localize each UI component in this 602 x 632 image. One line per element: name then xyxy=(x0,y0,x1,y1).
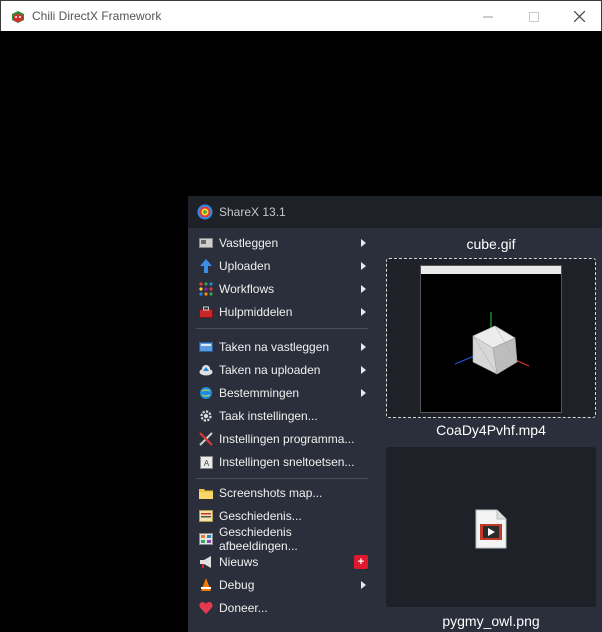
menu-item-label: Taak instellingen... xyxy=(219,409,318,423)
minimize-button[interactable] xyxy=(465,1,511,32)
megaphone-icon xyxy=(199,555,213,569)
menu-item-label: Instellingen programma... xyxy=(219,432,355,446)
thumbnail-filename[interactable]: CoaDy4Pvhf.mp4 xyxy=(386,422,596,438)
menu-item-vastleggen[interactable]: Vastleggen xyxy=(196,232,370,254)
menu-item-debug[interactable]: Debug xyxy=(196,574,370,596)
minimize-icon xyxy=(483,16,493,17)
menu-item-label: Debug xyxy=(219,578,255,592)
menu-item-geschiedenis[interactable]: Geschiedenis... xyxy=(196,505,370,527)
submenu-arrow-icon xyxy=(361,285,366,293)
history-icon xyxy=(199,509,213,523)
preview-titlebar xyxy=(421,266,561,274)
capture-icon xyxy=(199,236,213,250)
gear-icon xyxy=(199,409,213,423)
menu-item-label: Vastleggen xyxy=(219,236,279,250)
news-badge: + xyxy=(354,555,368,569)
thumbnail-card[interactable] xyxy=(386,447,596,607)
menu-item-label: Geschiedenis afbeeldingen... xyxy=(219,525,298,553)
menu-item-uploaden[interactable]: Uploaden xyxy=(196,255,370,277)
menu-item-label: Uploaden xyxy=(219,259,271,273)
maximize-icon xyxy=(529,11,539,22)
thumbnail-filename[interactable]: cube.gif xyxy=(386,236,596,252)
submenu-arrow-icon xyxy=(361,389,366,397)
menu-item-taken-na-vastleggen[interactable]: Taken na vastleggen xyxy=(196,336,370,358)
after-capture-icon xyxy=(199,340,213,354)
menu-item-bestemmingen[interactable]: Bestemmingen xyxy=(196,382,370,404)
menu-item-label: Taken na vastleggen xyxy=(219,340,330,354)
menu-item-taak-instellingen[interactable]: Taak instellingen... xyxy=(196,405,370,427)
menu-item-geschiedenis-afbeeldingen[interactable]: Geschiedenis afbeeldingen... xyxy=(196,525,370,553)
menu-item-instellingen-sneltoetsen[interactable]: A Instellingen sneltoetsen... xyxy=(196,451,370,473)
video-file-icon xyxy=(475,509,507,549)
menu-separator xyxy=(196,478,368,479)
menu-item-label: Instellingen sneltoetsen... xyxy=(219,455,355,469)
menu-item-hulpmiddelen[interactable]: Hulpmiddelen xyxy=(196,301,370,323)
window-title: Chili DirectX Framework xyxy=(32,9,162,23)
upload-icon xyxy=(199,259,213,273)
sharex-logo-icon xyxy=(197,204,213,220)
menu-item-instellingen-programma[interactable]: Instellingen programma... xyxy=(196,428,370,450)
hotkeys-icon: A xyxy=(199,455,213,469)
image-history-icon xyxy=(199,532,213,546)
menu-item-taken-na-uploaden[interactable]: Taken na uploaden xyxy=(196,359,370,381)
tools-icon xyxy=(199,305,213,319)
heart-icon xyxy=(199,601,213,615)
menu-item-label: Screenshots map... xyxy=(219,486,323,500)
debug-icon xyxy=(199,578,213,592)
app-icon xyxy=(12,11,24,23)
submenu-arrow-icon xyxy=(361,262,366,270)
submenu-arrow-icon xyxy=(361,366,366,374)
thumbnail-card-selected[interactable] xyxy=(386,258,596,418)
folder-icon xyxy=(199,486,213,500)
menu-item-screenshots-map[interactable]: Screenshots map... xyxy=(196,482,370,504)
submenu-arrow-icon xyxy=(361,308,366,316)
window-titlebar[interactable]: Chili DirectX Framework xyxy=(0,0,602,31)
menu-separator xyxy=(196,328,368,329)
menu-item-label: Taken na uploaden xyxy=(219,363,321,377)
close-button[interactable] xyxy=(556,1,602,32)
sharex-window: ShareX 13.1 Vastleggen Uploaden Workflow… xyxy=(188,196,602,632)
menu-item-label: Hulpmiddelen xyxy=(219,305,293,319)
sharex-titlebar[interactable]: ShareX 13.1 xyxy=(188,196,602,228)
svg-text:A: A xyxy=(203,459,209,468)
maximize-button[interactable] xyxy=(511,1,557,32)
gif-preview xyxy=(420,265,562,413)
submenu-arrow-icon xyxy=(361,239,366,247)
menu-item-doneer[interactable]: Doneer... xyxy=(196,597,370,619)
menu-item-workflows[interactable]: Workflows xyxy=(196,278,370,300)
after-upload-icon xyxy=(199,363,213,377)
submenu-arrow-icon xyxy=(361,343,366,351)
sharex-title: ShareX 13.1 xyxy=(219,205,286,219)
menu-item-label: Geschiedenis... xyxy=(219,509,302,523)
close-icon xyxy=(573,11,585,22)
cube-preview-icon xyxy=(454,312,530,375)
menu-item-label: Doneer... xyxy=(219,601,268,615)
thumbnail-filename[interactable]: pygmy_owl.png xyxy=(386,613,596,629)
menu-item-label: Workflows xyxy=(219,282,275,296)
submenu-arrow-icon xyxy=(361,581,366,589)
menu-item-label: Bestemmingen xyxy=(219,386,300,400)
wrench-icon xyxy=(199,432,213,446)
workflows-icon xyxy=(199,282,213,296)
menu-item-nieuws[interactable]: Nieuws + xyxy=(196,551,370,573)
destinations-icon xyxy=(199,386,213,400)
menu-item-label: Nieuws xyxy=(219,555,259,569)
